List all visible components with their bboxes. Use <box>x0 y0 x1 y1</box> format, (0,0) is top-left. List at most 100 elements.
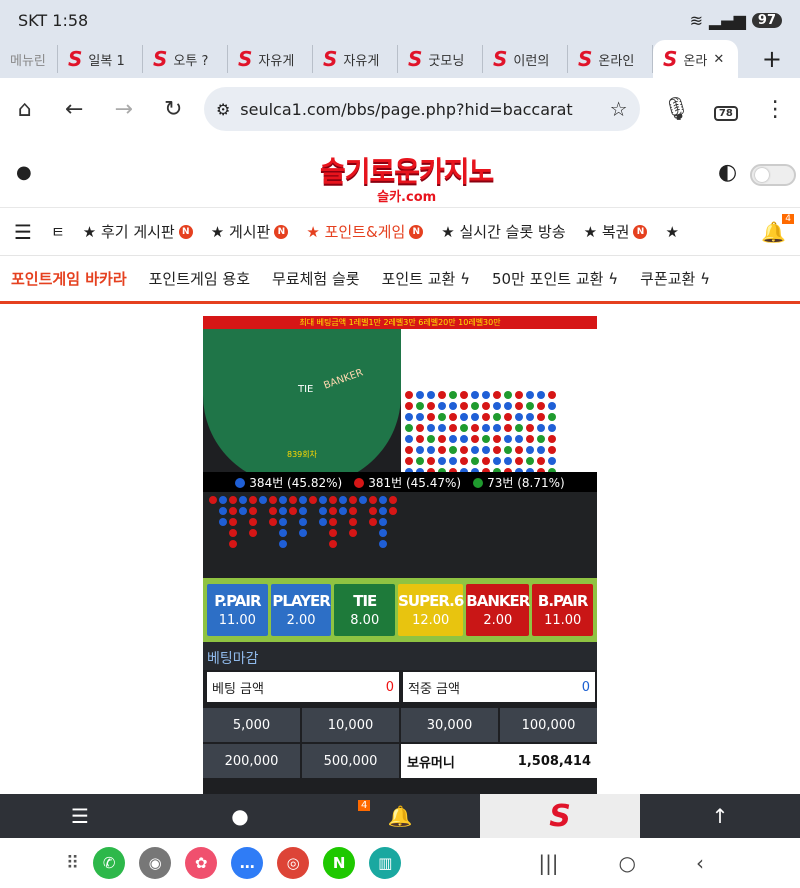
submenu-item[interactable]: 50만 포인트 교환 ϟ <box>481 268 629 289</box>
recents-icon[interactable]: ||| <box>538 851 558 875</box>
naver-app-icon[interactable]: N <box>323 847 356 879</box>
site-settings-icon[interactable]: ⚙ <box>216 100 230 119</box>
tab-switcher-button[interactable]: 78 <box>701 97 750 122</box>
bell-icon[interactable]: 🔔 4 <box>761 214 794 244</box>
site-s-icon: S <box>578 47 593 71</box>
browser-tab[interactable]: S 굿모닝 <box>398 45 483 73</box>
big-road-dot <box>289 507 297 515</box>
big-road-dot <box>239 496 247 504</box>
road-dot <box>449 435 457 443</box>
home-icon[interactable]: ⌂ <box>0 97 49 122</box>
big-road-dot <box>329 529 337 537</box>
chip-button[interactable]: 100,000 <box>500 708 597 742</box>
submenu-item[interactable]: 포인트게임 용호 <box>138 268 261 289</box>
status-time: SKT 1:58 <box>18 11 89 30</box>
gallery-app-icon[interactable]: ✿ <box>185 847 218 879</box>
user-icon[interactable]: ● <box>16 162 32 183</box>
status-bar: SKT 1:58 ≋ ▂▄▆ 97 <box>0 0 800 40</box>
bet-banker-button[interactable]: BANKER 2.00 <box>466 584 530 636</box>
phone-app-icon[interactable]: ✆ <box>93 847 126 879</box>
road-dot <box>405 391 413 399</box>
bottom-menu-icon[interactable]: ☰ <box>0 794 160 838</box>
road-dot <box>548 457 556 465</box>
back-nav-icon[interactable]: ‹ <box>696 851 704 875</box>
browser-tab[interactable]: 메뉴린 <box>0 45 58 73</box>
big-road-dot <box>379 507 387 515</box>
browser-tab[interactable]: S 자유게 <box>228 45 313 73</box>
reload-icon[interactable]: ↻ <box>148 97 197 122</box>
dark-mode-toggle[interactable] <box>750 164 796 186</box>
chrome-app-icon[interactable]: ◎ <box>277 847 310 879</box>
site-s-icon: S <box>663 47 678 71</box>
road-dot <box>427 413 435 421</box>
road-dot <box>405 457 413 465</box>
menu-item[interactable]: ★ 복권 N <box>575 221 657 242</box>
more-menu-icon[interactable]: ⋮ <box>751 97 800 122</box>
big-road-dot <box>379 518 387 526</box>
menu-item-active[interactable]: ★ 포인트&게임 N <box>297 221 432 242</box>
camera-app-icon[interactable]: ◉ <box>139 847 172 879</box>
mic-icon[interactable]: 🎙 <box>652 97 701 122</box>
hamburger-icon[interactable]: ☰ <box>0 220 42 244</box>
big-road-dot <box>279 507 287 515</box>
browser-tab-active[interactable]: S 온라 ✕ <box>653 40 738 78</box>
menu-item[interactable]: ★ 후기 게시판 N <box>74 221 202 242</box>
site-logo[interactable]: 슬기로운카지노 슬카.com <box>320 150 494 205</box>
road-dot <box>493 402 501 410</box>
bet-tie-button[interactable]: TIE 8.00 <box>334 584 396 636</box>
browser-tab[interactable]: S 온라인 <box>568 45 653 73</box>
android-nav-bar: ⠿ ✆ ◉ ✿ … ◎ N ▥ ||| ○ ‹ <box>0 838 800 888</box>
big-road-dot <box>279 529 287 537</box>
menu-item[interactable]: ㅌ <box>42 221 74 242</box>
browser-tab[interactable]: S 이런의 <box>483 45 568 73</box>
bet-p-pair-button[interactable]: P.PAIR 11.00 <box>207 584 268 636</box>
scroll-top-icon[interactable]: ↑ <box>640 794 800 838</box>
submenu-item[interactable]: 포인트 교환 ϟ <box>371 268 481 289</box>
road-dot <box>482 457 490 465</box>
browser-tab[interactable]: S 일복 1 <box>58 45 143 73</box>
close-tab-icon[interactable]: ✕ <box>713 52 724 67</box>
url-field[interactable]: ⚙ seulca1.com/bbs/page.php?hid=baccarat ☆ <box>203 87 640 131</box>
messages-app-icon[interactable]: … <box>231 847 264 879</box>
bottom-user-icon[interactable]: ● <box>160 794 320 838</box>
bet-super6-button[interactable]: SUPER.6 12.00 <box>398 584 464 636</box>
road-dot <box>493 435 501 443</box>
menu-item[interactable]: ★ 실시간 슬롯 방송 <box>432 221 574 242</box>
submenu-item-active[interactable]: 포인트게임 바카라 <box>0 268 138 289</box>
battery-level: 97 <box>751 13 782 28</box>
chip-button[interactable]: 200,000 <box>203 744 300 778</box>
big-road-dot <box>229 529 237 537</box>
bet-b-pair-button[interactable]: B.PAIR 11.00 <box>532 584 594 636</box>
road-dot <box>416 446 424 454</box>
big-road-dot <box>369 507 377 515</box>
submenu-item[interactable]: 쿠폰교환 ϟ <box>629 268 721 289</box>
contrast-icon[interactable]: ◐ <box>718 160 737 185</box>
chip-button[interactable]: 10,000 <box>302 708 399 742</box>
new-tab-icon[interactable]: + <box>762 45 782 73</box>
bottom-home-logo[interactable]: S <box>480 794 640 838</box>
road-dot <box>438 413 446 421</box>
bookmark-star-icon[interactable]: ☆ <box>610 97 628 121</box>
browser-tab[interactable]: S 오투 ? <box>143 45 228 73</box>
baccarat-table: BANKER TIE 839회차 <box>203 329 401 485</box>
forward-icon[interactable]: → <box>99 97 148 122</box>
bet-player-button[interactable]: PLAYER 2.00 <box>270 584 332 636</box>
back-icon[interactable]: ← <box>49 97 98 122</box>
browser-tab[interactable]: S 자유게 <box>313 45 398 73</box>
menu-item[interactable]: ★ <box>656 223 687 241</box>
submenu-item[interactable]: 무료체험 슬롯 <box>261 268 371 289</box>
bottom-bell-icon[interactable]: 🔔 4 <box>320 794 480 838</box>
big-road-dot <box>209 496 217 504</box>
chip-button[interactable]: 30,000 <box>401 708 498 742</box>
apps-grid-icon[interactable]: ⠿ <box>66 853 79 874</box>
menu-item[interactable]: ★ 게시판 N <box>202 221 298 242</box>
store-app-icon[interactable]: ▥ <box>369 847 402 879</box>
chip-button[interactable]: 5,000 <box>203 708 300 742</box>
chip-buttons: 5,000 10,000 30,000 100,000 200,000 500,… <box>203 708 597 778</box>
bet-amount-field[interactable]: 베팅 금액 0 <box>207 672 399 702</box>
home-button-icon[interactable]: ○ <box>619 851 636 875</box>
big-road-dot <box>339 496 347 504</box>
baccarat-game: 최대 베팅금액 1레벨1만 2레벨3만 6레벨20만 10레벨30만 BANKE… <box>203 316 597 794</box>
chip-button[interactable]: 500,000 <box>302 744 399 778</box>
big-road-dot <box>229 507 237 515</box>
